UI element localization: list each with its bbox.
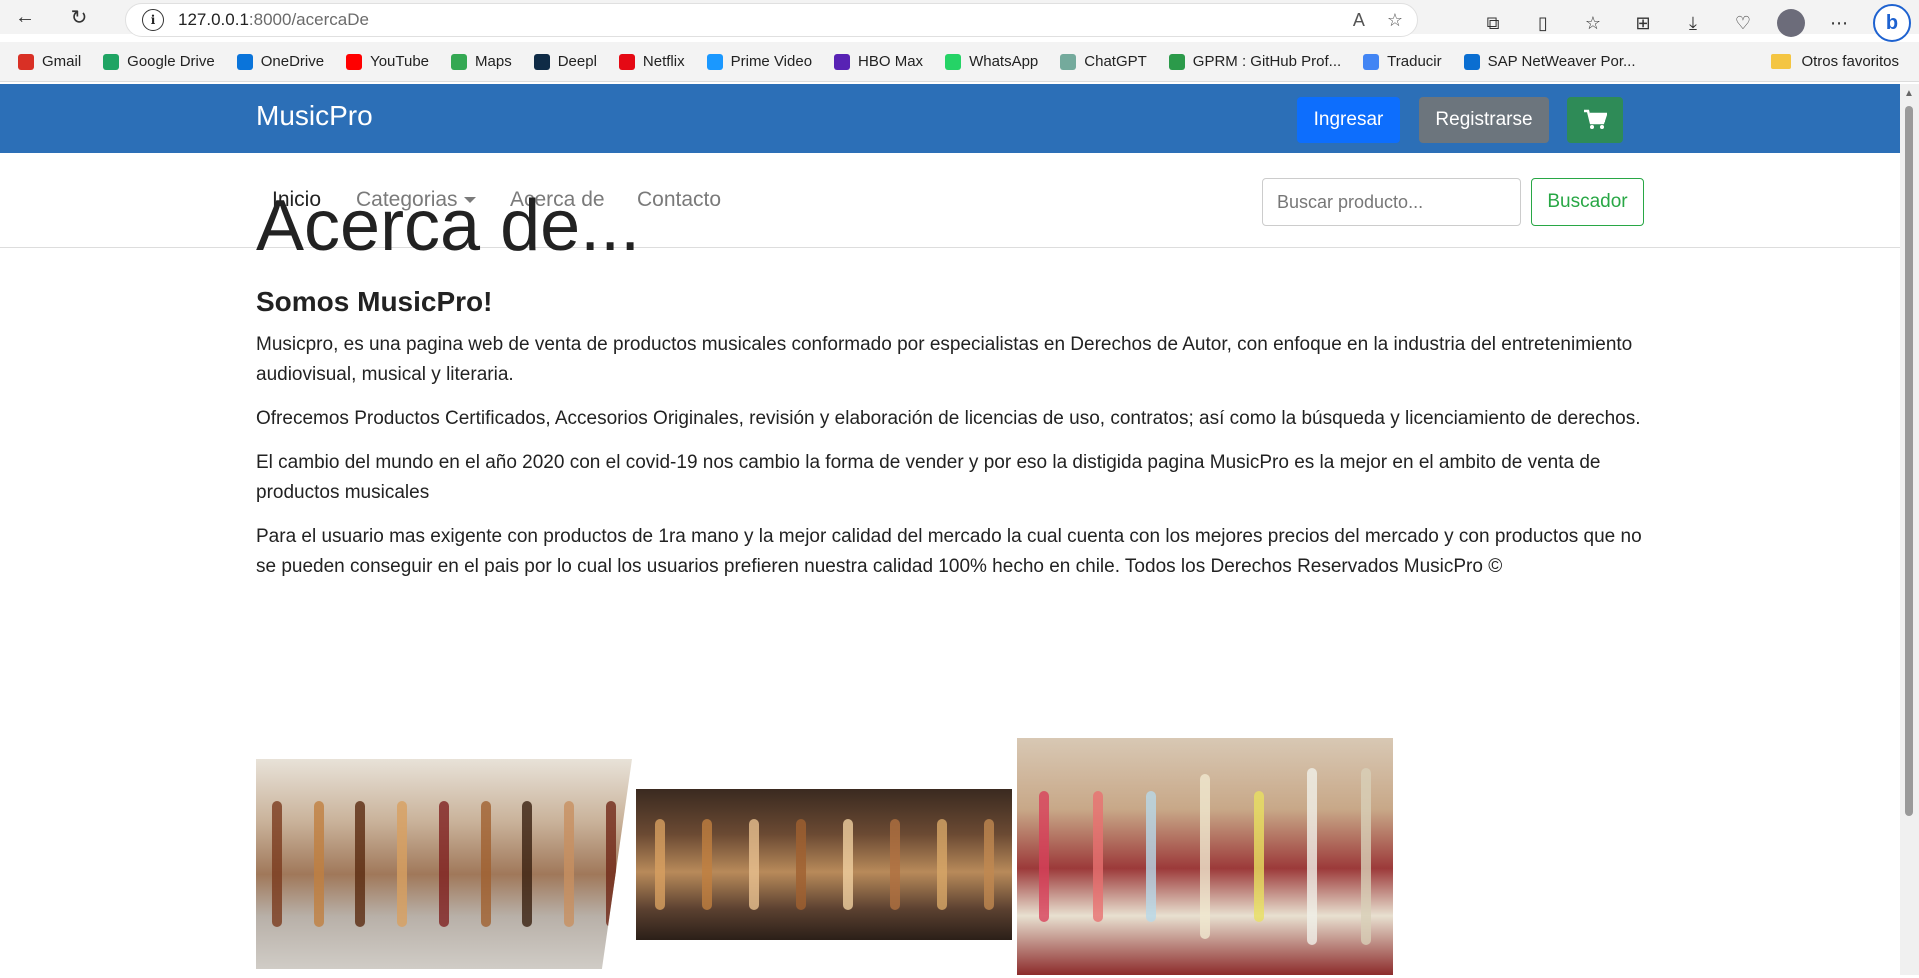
site-brand[interactable]: MusicPro xyxy=(256,100,373,132)
address-bar[interactable]: i 127.0.0.1:8000/acercaDe A ☆ xyxy=(125,3,1418,37)
bookmark-label: Traducir xyxy=(1387,53,1442,70)
bookmark-label: Deepl xyxy=(557,53,597,70)
bookmark-label: HBO Max xyxy=(858,53,924,70)
bookmark-label: YouTube xyxy=(370,53,430,70)
bookmark-label: WhatsApp xyxy=(969,53,1039,70)
bookmark-label: Netflix xyxy=(642,53,685,70)
about-paragraph: Ofrecemos Productos Certificados, Acceso… xyxy=(256,408,1641,429)
url-host: 127.0.0.1 xyxy=(178,10,249,29)
bookmark-favicon-icon xyxy=(533,53,550,70)
favorite-star-icon[interactable]: ☆ xyxy=(1387,10,1403,31)
about-content: Acerca de... Somos MusicPro! Musicpro, e… xyxy=(256,190,1656,582)
bookmark-item[interactable]: Gmail xyxy=(18,53,81,70)
bookmark-favicon-icon xyxy=(451,53,468,70)
bookmark-item[interactable]: Traducir xyxy=(1363,53,1442,70)
bookmark-item[interactable]: GPRM : GitHub Prof... xyxy=(1168,53,1342,70)
bookmark-favicon-icon xyxy=(1463,53,1480,70)
bookmark-label: GPRM : GitHub Prof... xyxy=(1192,53,1342,70)
bookmark-label: ChatGPT xyxy=(1084,53,1147,70)
bookmark-item[interactable]: OneDrive xyxy=(236,53,325,70)
about-paragraph: Para el usuario mas exigente con product… xyxy=(256,526,1642,577)
bookmark-favicon-icon xyxy=(1363,53,1380,70)
bookmark-item[interactable]: HBO Max xyxy=(834,53,923,70)
bookmark-favicon-icon xyxy=(1168,53,1185,70)
bookmark-favicon-icon xyxy=(18,53,34,70)
collections-icon[interactable]: ⊞ xyxy=(1627,7,1659,39)
url-path: :8000/acercaDe xyxy=(248,10,369,29)
other-favorites-label: Otros favoritos xyxy=(1801,53,1899,70)
scroll-up-icon[interactable]: ▲ xyxy=(1904,88,1914,99)
cart-button[interactable] xyxy=(1567,97,1623,143)
bookmark-favicon-icon xyxy=(1060,53,1077,70)
shopping-cart-icon xyxy=(1584,109,1607,129)
bookmarks-bar: Gmail Google Drive OneDrive YouTube Maps Deep… xyxy=(0,42,1919,82)
store-photo-acoustic-section xyxy=(636,789,1012,940)
site-info-icon[interactable]: i xyxy=(142,9,164,31)
browser-essentials-icon[interactable]: ♡ xyxy=(1727,7,1759,39)
bookmark-item[interactable]: Google Drive xyxy=(103,53,215,70)
about-subtitle: Somos MusicPro! xyxy=(256,286,493,317)
bing-copilot-icon[interactable]: b xyxy=(1873,4,1911,42)
reload-icon[interactable]: ↻ xyxy=(62,2,96,32)
bookmark-favicon-icon xyxy=(103,53,120,70)
scroll-thumb[interactable] xyxy=(1905,106,1913,816)
folder-icon xyxy=(1771,54,1792,69)
bookmark-label: Gmail xyxy=(42,53,82,70)
bookmark-item[interactable]: SAP NetWeaver Por... xyxy=(1463,53,1636,70)
bookmark-item[interactable]: Deepl xyxy=(533,53,597,70)
page-scrollbar[interactable]: ▲ xyxy=(1900,84,1919,975)
register-button[interactable]: Registrarse xyxy=(1419,97,1549,143)
store-photo-electric-guitars xyxy=(1017,738,1393,975)
bookmark-favicon-icon xyxy=(618,53,635,70)
about-paragraph: Musicpro, es una pagina web de venta de … xyxy=(256,334,1633,385)
store-photo-guitars-wall xyxy=(256,759,632,969)
about-paragraph: El cambio del mundo en el año 2020 con e… xyxy=(256,452,1601,503)
bookmark-label: Prime Video xyxy=(730,53,813,70)
site-header: MusicPro Ingresar Registrarse xyxy=(0,84,1900,153)
downloads-icon[interactable]: ⤓ xyxy=(1677,7,1709,39)
split-screen-icon[interactable]: ▯ xyxy=(1527,7,1559,39)
bookmark-item[interactable]: YouTube xyxy=(346,53,429,70)
other-favorites-folder[interactable]: Otros favoritos xyxy=(1771,53,1899,70)
bookmark-favicon-icon xyxy=(236,53,253,70)
bookmark-label: SAP NetWeaver Por... xyxy=(1487,53,1636,70)
bookmark-favicon-icon xyxy=(945,53,962,70)
bookmark-label: OneDrive xyxy=(260,53,325,70)
bookmark-favicon-icon xyxy=(706,53,723,70)
bookmark-label: Maps xyxy=(475,53,512,70)
page-title: Acerca de... xyxy=(256,186,641,266)
more-options-icon[interactable]: ⋯ xyxy=(1823,7,1855,39)
bookmark-item[interactable]: Prime Video xyxy=(706,53,813,70)
bookmark-favicon-icon xyxy=(834,53,851,70)
favorites-icon[interactable]: ☆ xyxy=(1577,7,1609,39)
bookmark-item[interactable]: ChatGPT xyxy=(1060,53,1147,70)
read-aloud-icon[interactable]: A xyxy=(1353,10,1365,31)
login-button[interactable]: Ingresar xyxy=(1297,97,1400,143)
bookmark-label: Google Drive xyxy=(127,53,215,70)
bookmark-item[interactable]: Netflix xyxy=(618,53,685,70)
store-photos xyxy=(256,738,1456,978)
bookmark-item[interactable]: Maps xyxy=(451,53,512,70)
bookmark-item[interactable]: WhatsApp xyxy=(945,53,1038,70)
back-icon[interactable]: ← xyxy=(8,2,42,32)
profile-avatar[interactable] xyxy=(1777,9,1805,37)
extensions-icon[interactable]: ⧉ xyxy=(1477,7,1509,39)
browser-toolbar: ← ↻ i 127.0.0.1:8000/acercaDe A ☆ ⧉ ▯ ☆ … xyxy=(0,0,1919,42)
bookmark-favicon-icon xyxy=(346,53,363,70)
